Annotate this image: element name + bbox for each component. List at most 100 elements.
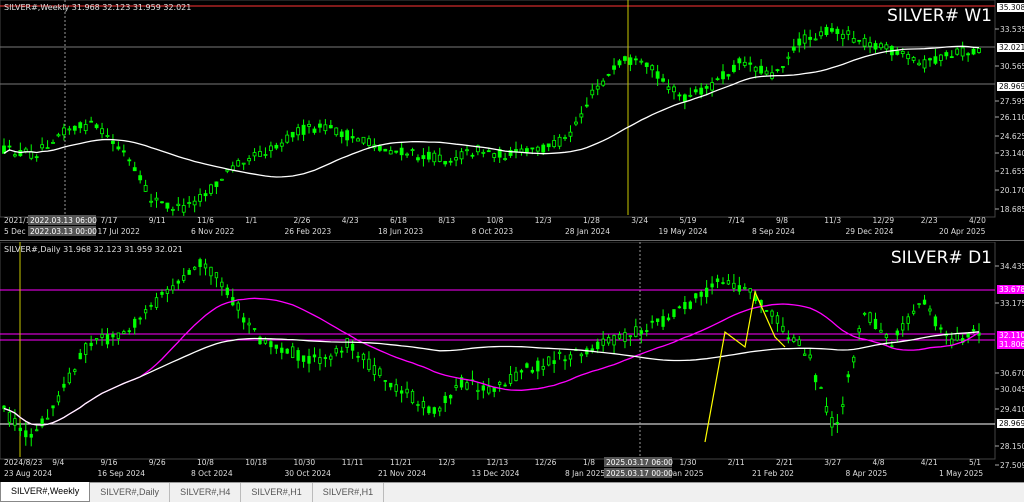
candle-body xyxy=(699,291,703,297)
candle-body xyxy=(209,266,213,277)
weekly-chart-panel[interactable]: 35.308 33.535 32.021 30.565 28.969 27.595 26.1… xyxy=(0,0,1024,241)
crosshair-time-label: 2025.03.17 06:00 xyxy=(606,458,673,467)
candle-body xyxy=(742,61,747,66)
candle-body xyxy=(318,357,322,364)
candle-body xyxy=(83,124,88,131)
candle-body xyxy=(699,87,704,95)
candle-body xyxy=(301,124,306,135)
candle-body xyxy=(797,38,802,46)
candle-body xyxy=(759,65,764,74)
tab-silver-h1[interactable]: SILVER#,H1 xyxy=(241,483,313,502)
candle-body xyxy=(525,363,529,368)
price-tag-text: 28.969 xyxy=(999,419,1024,428)
candle-body xyxy=(819,31,823,37)
candle-body xyxy=(111,334,115,338)
date-scale-label: 10/8 xyxy=(197,458,214,467)
candle-body xyxy=(236,160,241,167)
candle-body xyxy=(802,34,807,44)
daily-chart-canvas[interactable]: 34.435 33.678 33.175 32.11031.806 30.670 30.0… xyxy=(0,242,1024,482)
candle-body xyxy=(911,57,916,61)
date-scale-label: 5/19 xyxy=(680,216,697,225)
candle-body xyxy=(296,127,301,136)
price-scale-label: 30.045 xyxy=(1000,385,1024,394)
date-scale-label: 18 Jun 2023 xyxy=(378,227,423,236)
candle-body xyxy=(138,317,142,320)
candle-body xyxy=(252,328,257,330)
date-scale-label: 4/21 xyxy=(921,458,938,467)
crosshair-time-label: 2022.03.13 06:00 xyxy=(30,216,97,225)
candle-body xyxy=(933,316,938,327)
candle-body xyxy=(857,39,862,42)
price-scale-label: 18.685 xyxy=(1000,205,1024,214)
candle-body xyxy=(503,158,508,160)
candle-body xyxy=(7,145,12,148)
candle-body xyxy=(29,433,33,438)
candle-body xyxy=(955,333,959,341)
price-tag-text: 35.308 xyxy=(999,3,1024,12)
candle-body xyxy=(862,312,867,315)
candle-body xyxy=(612,334,616,346)
weekly-chart-canvas[interactable]: 35.308 33.535 32.021 30.565 28.969 27.595 26.1… xyxy=(0,0,1024,240)
candle-body xyxy=(748,288,752,293)
candle-body xyxy=(688,301,692,309)
candle-body xyxy=(160,292,164,295)
candle-body xyxy=(731,64,736,72)
candle-body xyxy=(105,334,110,345)
candle-body xyxy=(84,343,88,355)
candle-body xyxy=(242,317,246,323)
date-scale-label: 20 Apr 2025 xyxy=(939,227,986,236)
candle-body xyxy=(263,339,268,344)
price-tag-text: 28.969 xyxy=(999,82,1024,91)
candle-body xyxy=(410,149,415,152)
candle-body xyxy=(645,330,649,332)
daily-chart-panel[interactable]: 34.435 33.678 33.175 32.110 31.806 30.670 30.0… xyxy=(0,242,1024,482)
candle-body xyxy=(62,383,66,388)
candle-body xyxy=(105,135,110,137)
candle-body xyxy=(770,310,774,317)
tab-silver-h1-2[interactable]: SILVER#,H1 xyxy=(313,483,385,502)
candle-body xyxy=(547,356,551,366)
candle-body xyxy=(715,78,720,81)
candle-body xyxy=(220,281,224,288)
candle-body xyxy=(971,329,976,332)
moving-average-line xyxy=(3,297,980,426)
candle-body xyxy=(840,33,845,39)
candle-body xyxy=(617,60,622,66)
candle-body xyxy=(7,411,12,423)
candle-body xyxy=(824,406,829,413)
candle-body xyxy=(693,89,698,93)
crosshair-time-label: 2025.03.17 00:00 xyxy=(606,469,673,478)
candle-body xyxy=(198,259,202,267)
candle-body xyxy=(639,330,643,335)
candle-body xyxy=(438,407,442,412)
candle-body xyxy=(661,316,665,327)
candle-body xyxy=(274,344,278,349)
date-scale-label: 9/11 xyxy=(149,216,166,225)
candle-body xyxy=(606,337,611,344)
candle-body xyxy=(143,309,148,314)
candle-body xyxy=(906,316,910,324)
date-scale-label: 4/8 xyxy=(873,458,885,467)
candle-body xyxy=(694,293,698,299)
candle-body xyxy=(721,71,725,80)
tab-silver-h4[interactable]: SILVER#,H4 xyxy=(170,483,242,502)
date-scale-label: 11/3 xyxy=(824,216,841,225)
date-scale-label: 9/4 xyxy=(52,458,64,467)
candle-body xyxy=(601,338,605,346)
tab-silver-daily[interactable]: SILVER#,Daily xyxy=(90,483,171,502)
date-scale-label: 13 Dec 2024 xyxy=(472,469,520,478)
candle-body xyxy=(879,43,883,49)
candle-body xyxy=(209,184,213,194)
candle-body xyxy=(514,371,518,382)
candle-body xyxy=(661,78,665,82)
candle-body xyxy=(383,380,387,382)
candle-body xyxy=(291,346,295,358)
tab-silver-weekly[interactable]: SILVER#,Weekly xyxy=(0,482,91,502)
candle-body xyxy=(465,149,469,152)
candle-body xyxy=(781,66,785,68)
candle-body xyxy=(127,330,131,333)
candle-body xyxy=(165,202,170,209)
candle-body xyxy=(906,54,911,60)
date-scale-label: 4/23 xyxy=(342,216,359,225)
price-scale-label: 30.670 xyxy=(1000,369,1024,378)
